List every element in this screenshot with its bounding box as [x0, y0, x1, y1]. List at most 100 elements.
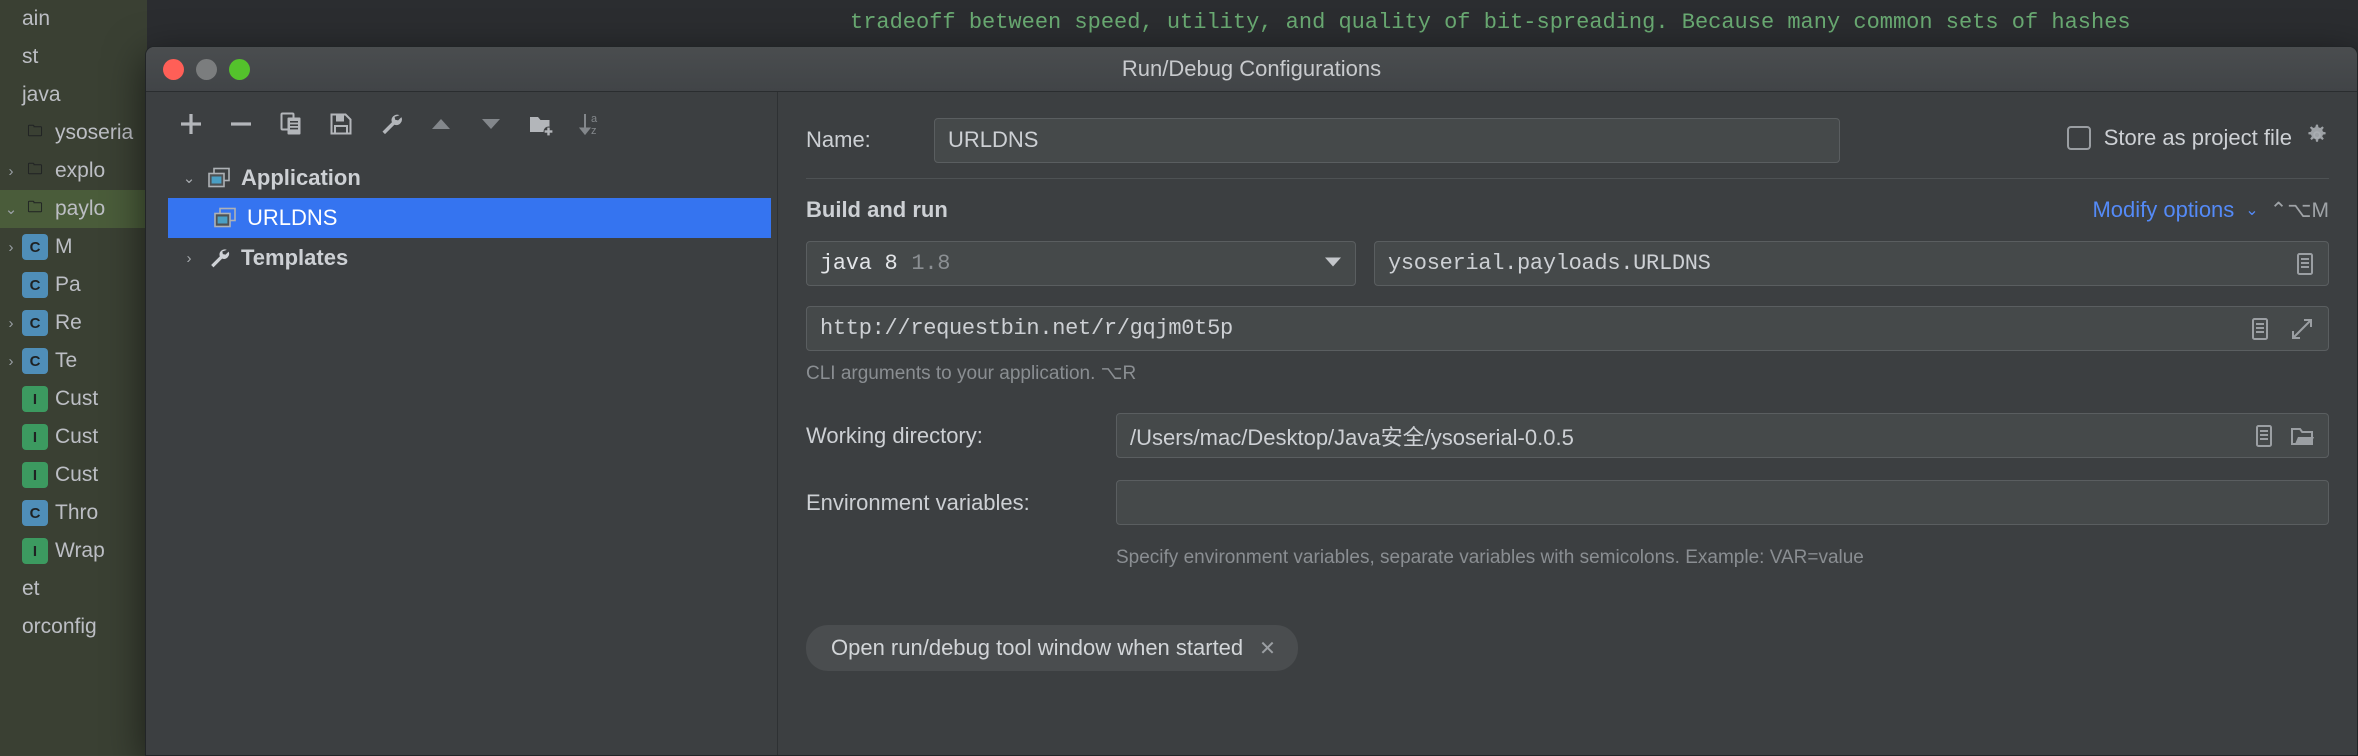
interface-icon: I	[22, 538, 48, 564]
class-icon: C	[22, 310, 48, 336]
modify-options-control[interactable]: Modify options ⌄ ⌃⌥M	[2092, 197, 2329, 223]
expand-icon[interactable]	[2291, 318, 2313, 340]
project-tree-item-label: M	[55, 235, 73, 258]
environment-variables-row: Environment variables:	[806, 480, 2329, 525]
project-tree-item[interactable]: st	[0, 38, 147, 76]
working-directory-input[interactable]: /Users/mac/Desktop/Java安全/ysoserial-0.0.…	[1116, 413, 2329, 458]
add-configuration-button[interactable]	[168, 101, 214, 147]
class-icon: C	[22, 500, 48, 526]
option-chip-label: Open run/debug tool window when started	[831, 635, 1244, 660]
project-tree-item[interactable]: ain	[0, 0, 147, 38]
configuration-editor-pane: Name: URLDNS Store as project file Build…	[778, 92, 2357, 755]
list-icon[interactable]	[2295, 252, 2315, 276]
configuration-tree-item[interactable]: › Templates	[168, 238, 771, 278]
project-tree-item-label: st	[22, 45, 39, 68]
environment-variables-label: Environment variables:	[806, 489, 1030, 515]
main-class-input[interactable]: ysoserial.payloads.URLDNS	[1374, 241, 2329, 286]
configuration-tree-item[interactable]: ⌄ Application	[168, 158, 771, 198]
chevron-down-icon[interactable]	[1324, 255, 1342, 272]
chevron-down-icon[interactable]: ⌄	[2245, 200, 2258, 220]
remove-configuration-button[interactable]	[218, 101, 264, 147]
copy-configuration-button[interactable]	[268, 101, 314, 147]
close-small-icon[interactable]: ✕	[1259, 636, 1276, 661]
project-tree-item[interactable]: › C M	[0, 228, 147, 266]
dialog-titlebar[interactable]: Run/Debug Configurations	[146, 47, 2357, 92]
configuration-tree-item-label: Application	[241, 165, 361, 190]
new-folder-icon	[530, 117, 554, 137]
new-folder-button[interactable]	[518, 101, 564, 147]
folder-icon: 🗀	[27, 122, 43, 140]
save-configuration-button[interactable]	[318, 101, 364, 147]
hint-spacer	[806, 536, 1116, 569]
project-tree-item-label: java	[22, 83, 61, 106]
project-tree-item[interactable]: › C Te	[0, 342, 147, 380]
chevron-icon[interactable]: ›	[0, 315, 22, 332]
save-icon	[330, 113, 352, 135]
project-tree-item[interactable]: › 🗀 explo	[0, 152, 147, 190]
configurations-pane: a z ⌄ Application URLDNS › Templates	[146, 92, 778, 755]
project-tree-item-label: Pa	[55, 273, 81, 296]
wrench-icon	[204, 246, 234, 270]
project-tree-item[interactable]: et	[0, 570, 147, 608]
project-tree-item[interactable]: I Cust	[0, 380, 147, 418]
project-tree-item[interactable]: › C Re	[0, 304, 147, 342]
folder-icon: 🗀	[27, 160, 43, 178]
jdk-select[interactable]: java 8 1.8	[806, 241, 1356, 286]
edit-templates-button[interactable]	[368, 101, 414, 147]
move-down-button[interactable]	[468, 101, 514, 147]
interface-icon: I	[22, 386, 48, 412]
store-as-project-file-checkbox[interactable]	[2066, 125, 2091, 150]
configuration-tree-item[interactable]: URLDNS	[168, 198, 771, 238]
working-directory-value: /Users/mac/Desktop/Java安全/ysoserial-0.0.…	[1130, 424, 1574, 450]
configuration-tree-item-label: URLDNS	[247, 205, 338, 230]
close-button[interactable]	[163, 58, 184, 80]
gear-icon[interactable]	[2305, 123, 2329, 152]
cli-arguments-input[interactable]: http://requestbin.net/r/gqjm0t5p	[806, 306, 2329, 351]
project-tree-item-label: et	[22, 577, 40, 600]
cli-arguments-hint: CLI arguments to your application. ⌥R	[806, 363, 1137, 384]
store-as-project-file-control[interactable]: Store as project file	[2066, 123, 2329, 152]
project-tree-item-label: Wrap	[55, 539, 105, 562]
project-tree-item[interactable]: C Pa	[0, 266, 147, 304]
project-tree-item[interactable]: I Wrap	[0, 532, 147, 570]
application-icon	[210, 207, 240, 229]
chevron-icon[interactable]: ›	[0, 353, 22, 370]
list-icon[interactable]	[2250, 317, 2270, 341]
build-and-run-title: Build and run	[806, 197, 948, 222]
project-tree-item-label: Te	[55, 349, 78, 372]
chevron-icon[interactable]: ⌄	[0, 200, 22, 218]
chevron-icon[interactable]: ›	[0, 239, 22, 256]
store-as-project-file-label: Store as project file	[2103, 124, 2292, 150]
tree-twisty-icon[interactable]: ›	[174, 250, 204, 267]
project-tree-item-label: paylo	[55, 197, 106, 220]
project-tree-item[interactable]: ⌄ 🗀 paylo	[0, 190, 147, 228]
maximize-button[interactable]	[229, 58, 250, 80]
sort-configurations-button[interactable]: a z	[568, 101, 614, 147]
run-debug-configurations-dialog: Run/Debug Configurations a z ⌄ Applicati…	[145, 46, 2358, 756]
jdk-version-label: java 8	[820, 251, 898, 276]
list-icon[interactable]	[2254, 424, 2274, 448]
plus-icon	[181, 114, 201, 134]
configurations-tree[interactable]: ⌄ Application URLDNS › Templates	[168, 156, 771, 755]
environment-variables-input[interactable]	[1116, 480, 2329, 525]
minimize-button[interactable]	[196, 58, 217, 80]
class-icon: C	[22, 272, 48, 298]
project-tree-item[interactable]: I Cust	[0, 418, 147, 456]
modify-options-shortcut: ⌃⌥M	[2269, 198, 2329, 222]
move-up-button[interactable]	[418, 101, 464, 147]
project-tree-item[interactable]: 🗀 ysoseria	[0, 114, 147, 152]
svg-text:z: z	[591, 125, 597, 137]
name-input[interactable]: URLDNS	[934, 117, 1840, 163]
jdk-and-main-class-row: java 8 1.8 ysoserial.payloads.URLDNS	[806, 241, 2329, 286]
folder-open-icon[interactable]	[2291, 425, 2315, 447]
configuration-tree-item-label: Templates	[241, 245, 349, 270]
modify-options-link[interactable]: Modify options	[2092, 197, 2234, 223]
project-tree-item[interactable]: orconfig	[0, 608, 147, 646]
project-tree-item[interactable]: I Cust	[0, 456, 147, 494]
chevron-icon[interactable]: ›	[0, 163, 22, 180]
tree-twisty-icon[interactable]: ⌄	[174, 169, 204, 187]
main-class-value: ysoserial.payloads.URLDNS	[1388, 251, 1711, 276]
project-tree-item[interactable]: java	[0, 76, 147, 114]
option-chip-open-tool-window[interactable]: Open run/debug tool window when started …	[806, 625, 1298, 671]
project-tree-item[interactable]: C Thro	[0, 494, 147, 532]
